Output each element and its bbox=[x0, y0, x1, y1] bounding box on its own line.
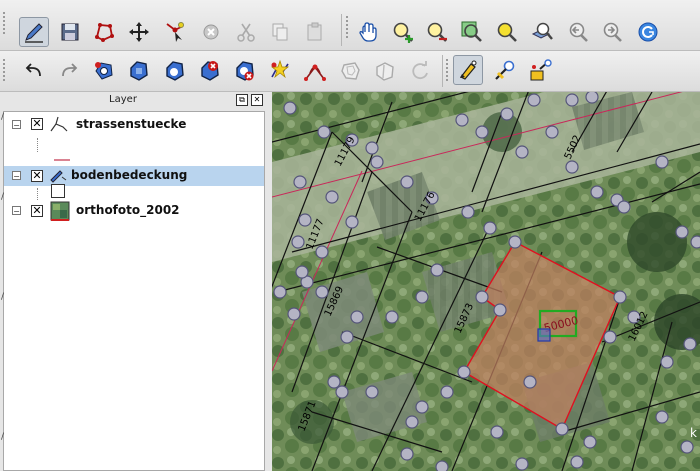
split-icon[interactable] bbox=[370, 56, 400, 86]
pan-hand-icon[interactable] bbox=[353, 17, 383, 47]
panel-edge-strip: / / / / bbox=[0, 92, 5, 471]
edge-mark: / bbox=[1, 292, 5, 302]
zoom-selection-icon[interactable] bbox=[492, 17, 522, 47]
toolbar-grip[interactable] bbox=[445, 57, 449, 83]
delete-part-icon[interactable] bbox=[230, 56, 260, 86]
toolbar-separator bbox=[341, 14, 342, 46]
node-tool-icon[interactable] bbox=[160, 17, 190, 47]
toolbar-grip[interactable] bbox=[2, 57, 6, 83]
collapse-toggle[interactable]: − bbox=[12, 171, 21, 181]
reshape-icon[interactable] bbox=[265, 56, 295, 86]
edge-mark: / bbox=[1, 112, 5, 122]
close-panel-button[interactable]: ✕ bbox=[251, 94, 263, 106]
toolbar-grip[interactable] bbox=[2, 10, 6, 36]
layer-row-strassenstuecke[interactable]: − ✕ strassenstuecke bbox=[4, 115, 264, 135]
edit-pencil-icon[interactable] bbox=[19, 17, 49, 47]
save-icon[interactable] bbox=[55, 17, 85, 47]
collapse-toggle[interactable]: − bbox=[12, 206, 21, 216]
undo-icon[interactable] bbox=[19, 56, 49, 86]
offset-curve-icon[interactable] bbox=[300, 56, 330, 86]
svg-text:k: k bbox=[690, 426, 697, 440]
float-panel-button[interactable]: ⧉ bbox=[236, 94, 248, 106]
label-icon[interactable] bbox=[490, 56, 520, 86]
zoom-out-icon[interactable] bbox=[422, 17, 452, 47]
tree-line bbox=[37, 138, 39, 152]
layer-name: bodenbedeckung bbox=[71, 168, 188, 182]
toolbar-grip[interactable] bbox=[345, 14, 349, 40]
cut-icon[interactable] bbox=[231, 17, 261, 47]
move-feature-icon[interactable] bbox=[124, 17, 154, 47]
delete-ring-icon[interactable] bbox=[195, 56, 225, 86]
zoom-full-icon[interactable] bbox=[457, 17, 487, 47]
polygon-symbol-icon bbox=[51, 184, 65, 198]
map-canvas[interactable]: 11179 5502 11177 11176 15869 15873 16012… bbox=[272, 92, 700, 471]
layer-row-orthofoto-2002[interactable]: − ✕ orthofoto_2002 bbox=[4, 201, 264, 221]
paste-icon[interactable] bbox=[300, 17, 330, 47]
rotate-icon[interactable] bbox=[405, 56, 435, 86]
line-symbol-icon bbox=[52, 148, 72, 167]
tree-line bbox=[37, 188, 39, 200]
orthophoto-map: 11179 5502 11177 11176 15869 15873 16012… bbox=[272, 92, 700, 471]
fill-ring-icon[interactable] bbox=[160, 56, 190, 86]
layer-panel: Layer ⧉ ✕ − ✕ strassenstuecke − ✕ bodenb… bbox=[0, 92, 268, 471]
collapse-toggle[interactable]: − bbox=[12, 120, 21, 130]
delete-icon[interactable] bbox=[196, 17, 226, 47]
digitize-polygon-icon[interactable] bbox=[89, 17, 119, 47]
zoom-in-icon[interactable] bbox=[388, 17, 418, 47]
layer-visibility-checkbox[interactable]: ✕ bbox=[31, 205, 43, 217]
advanced-digitizing-toolbar bbox=[0, 51, 700, 92]
edge-mark: / bbox=[1, 192, 5, 202]
toolbar-separator bbox=[442, 55, 443, 87]
layer-name: strassenstuecke bbox=[76, 117, 187, 131]
label-anchor-handle[interactable] bbox=[537, 328, 551, 342]
main-toolbar bbox=[0, 0, 700, 51]
raster-layer-icon bbox=[50, 201, 70, 225]
zoom-layer-icon[interactable] bbox=[528, 17, 558, 47]
edge-mark: / bbox=[1, 432, 5, 442]
layer-visibility-checkbox[interactable]: ✕ bbox=[31, 118, 43, 130]
node-edit-icon[interactable] bbox=[453, 55, 483, 85]
redo-icon[interactable] bbox=[54, 56, 84, 86]
add-ring-icon[interactable] bbox=[89, 56, 119, 86]
layer-tree: − ✕ strassenstuecke − ✕ bodenbedeckung −… bbox=[3, 111, 265, 471]
layer-panel-title: Layer bbox=[109, 94, 137, 105]
copy-icon[interactable] bbox=[265, 17, 295, 47]
zoom-next-icon[interactable] bbox=[597, 17, 627, 47]
add-part-icon[interactable] bbox=[124, 56, 154, 86]
line-layer-icon bbox=[49, 115, 69, 137]
layer-row-bodenbedeckung[interactable]: − ✕ bodenbedeckung bbox=[4, 166, 264, 186]
refresh-icon[interactable] bbox=[633, 17, 663, 47]
simplify-icon[interactable] bbox=[336, 56, 366, 86]
pin-label-icon[interactable] bbox=[525, 56, 555, 86]
layer-name: orthofoto_2002 bbox=[76, 203, 180, 217]
zoom-last-icon[interactable] bbox=[563, 17, 593, 47]
layer-visibility-checkbox[interactable]: ✕ bbox=[31, 170, 43, 182]
layer-panel-titlebar: Layer ⧉ ✕ bbox=[0, 92, 268, 109]
